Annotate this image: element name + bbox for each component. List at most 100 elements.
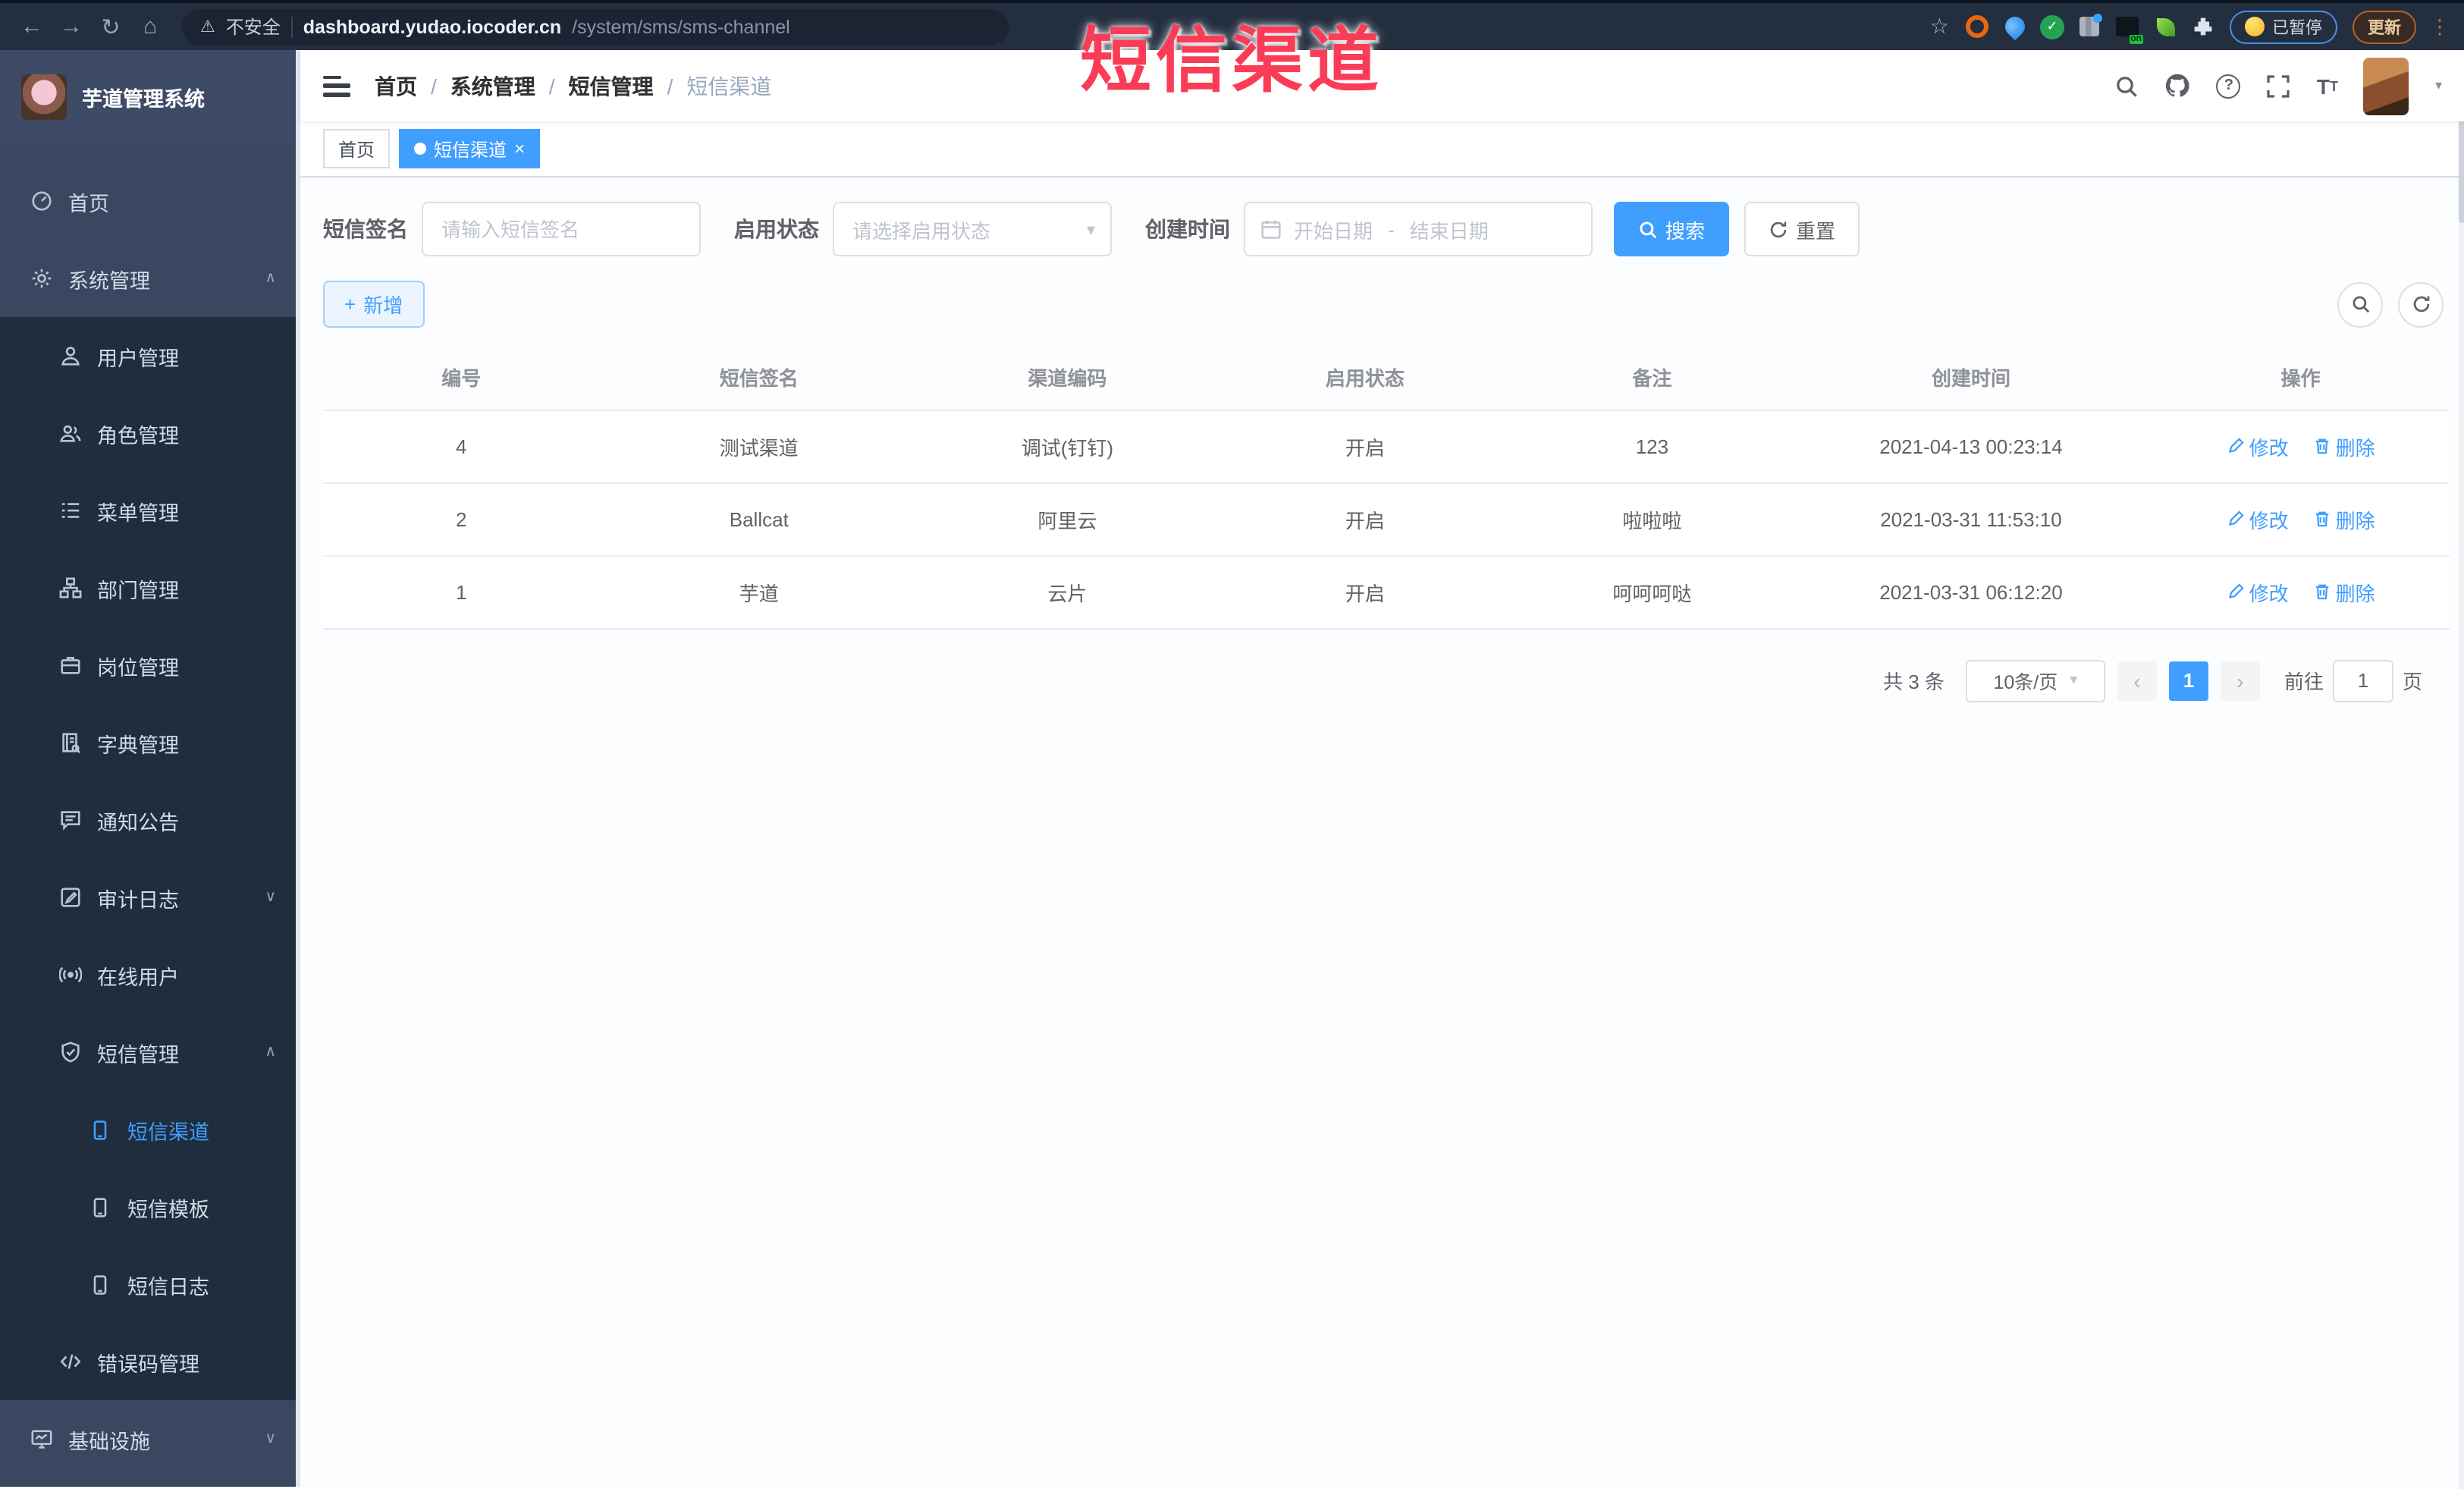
date-start-placeholder: 开始日期 [1294,219,1373,242]
breadcrumb: 首页 / 系统管理 / 短信管理 / 短信渠道 [375,71,771,101]
calendar-icon [1261,220,1281,239]
sidebar-item-sms-channel[interactable]: 短信渠道 [0,1091,300,1168]
sidebar-item-error-codes[interactable]: 错误码管理 [0,1323,300,1400]
table-row: 4 测试渠道 调试(钉钉) 开启 123 2021-04-13 00:23:14… [323,410,2450,483]
edit-link[interactable]: 修改 [2227,432,2289,460]
tab-home[interactable]: 首页 [323,129,391,168]
extension-on-badge-icon[interactable] [2114,14,2140,39]
browser-update-button[interactable]: 更新 [2353,10,2416,43]
browser-forward-icon[interactable]: → [55,10,88,43]
table-row: 2 Ballcat 阿里云 开启 啦啦啦 2021-03-31 11:53:10… [323,482,2450,556]
tab-sms-channel[interactable]: 短信渠道 × [399,129,541,168]
sidebar-item-label: 审计日志 [97,888,179,911]
sidebar-item-menus[interactable]: 菜单管理 [0,472,300,549]
extension-green-check-icon[interactable]: ✓ [2040,14,2064,39]
extension-orange-ring-icon[interactable] [1964,14,1990,39]
reset-button[interactable]: 重置 [1744,202,1860,256]
edit-link[interactable]: 修改 [2227,504,2289,533]
app-logo-row[interactable]: 芋道管理系统 [0,50,300,144]
sidebar-item-sms-template[interactable]: 短信模板 [0,1168,300,1246]
avatar-caret-down-icon[interactable]: ▾ [2435,77,2442,94]
edit-link[interactable]: 修改 [2227,577,2289,606]
sidebar-item-users[interactable]: 用户管理 [0,317,300,394]
address-bar[interactable]: ⚠ 不安全 dashboard.yudao.iocoder.cn/system/… [182,8,1009,45]
edit-pencil-icon [2228,510,2244,526]
paused-badge[interactable]: 已暂停 [2230,10,2337,43]
sidebar-item-infrastructure[interactable]: 基础设施 ∨ [0,1400,300,1478]
sidebar-item-audit-log[interactable]: 审计日志 ∨ [0,859,300,936]
cell-code: 阿里云 [918,482,1216,556]
browser-back-icon[interactable]: ← [15,10,49,43]
extension-leaf-icon[interactable] [2152,14,2178,39]
sidebar-item-label: 用户管理 [97,347,179,369]
org-tree-icon [58,576,82,599]
help-icon[interactable]: ? [2216,74,2241,98]
page-unit-label: 页 [2402,671,2422,693]
goto-page-input[interactable] [2332,659,2393,702]
add-button[interactable]: + 新增 [323,281,425,328]
date-end-placeholder: 结束日期 [1409,219,1489,242]
breadcrumb-system[interactable]: 系统管理 [450,71,535,101]
fullscreen-icon[interactable] [2267,74,2291,98]
cell-code: 调试(钉钉) [918,410,1216,483]
sidebar-item-roles[interactable]: 角色管理 [0,394,300,472]
date-range-picker[interactable]: 开始日期 - 结束日期 [1244,202,1593,256]
refresh-table-button[interactable] [2398,281,2444,327]
trash-icon [2315,438,2328,454]
prev-page-button[interactable]: ‹ [2117,661,2157,700]
browser-home-icon[interactable]: ⌂ [133,10,167,43]
bookmark-star-icon[interactable]: ☆ [1930,14,1949,39]
delete-link[interactable]: 删除 [2313,577,2375,606]
font-size-icon[interactable]: TT [2317,74,2338,98]
next-page-button[interactable]: › [2220,661,2260,700]
page-size-select[interactable]: 10条/页 ▾ [1965,659,2105,702]
close-tab-icon[interactable]: × [514,138,525,159]
sidebar-item-posts[interactable]: 岗位管理 [0,627,300,704]
browser-reload-icon[interactable]: ↻ [94,10,127,43]
sidebar-nav: 首页 系统管理 ∧ 用户管理 角色管理 菜单管理 部门管理 岗位管理 字典管理 … [0,144,300,1478]
edit-pencil-icon [2228,583,2244,599]
breadcrumb-home[interactable]: 首页 [375,71,417,101]
delete-link[interactable]: 删除 [2313,504,2375,533]
paused-label: 已暂停 [2272,19,2322,37]
chevron-up-icon: ∧ [265,1044,276,1060]
browser-menu-icon[interactable]: ⋮ [2430,14,2450,39]
sidebar-item-sms-management[interactable]: 短信管理 ∧ [0,1013,300,1091]
page-1-button[interactable]: 1 [2168,661,2208,700]
cell-actions: 修改 删除 [2152,482,2450,556]
cell-sign: 芋道 [599,555,919,629]
extensions-puzzle-icon[interactable] [2190,14,2216,39]
search-button-label: 搜索 [1665,219,1706,242]
user-avatar[interactable] [2363,57,2409,115]
cell-created: 2021-04-13 00:23:14 [1790,410,2152,483]
sidebar-item-sms-log[interactable]: 短信日志 [0,1246,300,1323]
menu-list-icon [58,499,82,522]
status-select[interactable]: 请选择启用状态 ▾ [833,202,1112,256]
sidebar-item-dictionary[interactable]: 字典管理 [0,704,300,781]
extension-blue-drop-icon[interactable] [2001,12,2029,41]
delete-link[interactable]: 删除 [2313,432,2375,460]
not-secure-warning-icon: ⚠ [200,18,215,36]
sidebar-item-online-users[interactable]: 在线用户 [0,936,300,1013]
extension-grid-icon[interactable] [2076,14,2102,39]
search-form: 短信签名 启用状态 请选择启用状态 ▾ 创建时间 开始日期 - 结束日期 [323,202,2450,256]
sidebar-item-system[interactable]: 系统管理 ∧ [0,240,300,317]
search-button[interactable]: 搜索 [1614,202,1730,256]
page-scrollbar[interactable] [2459,53,2464,1489]
sidebar-item-departments[interactable]: 部门管理 [0,549,300,627]
sign-input[interactable] [422,202,701,256]
toggle-search-button[interactable] [2337,281,2383,327]
sidebar-item-home[interactable]: 首页 [0,162,300,240]
github-icon[interactable] [2165,73,2191,99]
breadcrumb-sms-management[interactable]: 短信管理 [569,71,654,101]
cell-remark: 呵呵呵哒 [1514,555,1791,629]
page-size-value: 10条/页 [1993,672,2058,693]
not-secure-label[interactable]: 不安全 [226,14,281,39]
header-search-icon[interactable] [2115,74,2139,98]
sidebar-item-announcements[interactable]: 通知公告 [0,781,300,859]
col-header-sign: 短信签名 [599,346,919,410]
goto-label: 前往 [2284,671,2324,693]
collapse-sidebar-icon[interactable] [323,75,350,96]
chevron-up-icon: ∧ [265,270,276,287]
sign-label: 短信签名 [323,217,408,241]
